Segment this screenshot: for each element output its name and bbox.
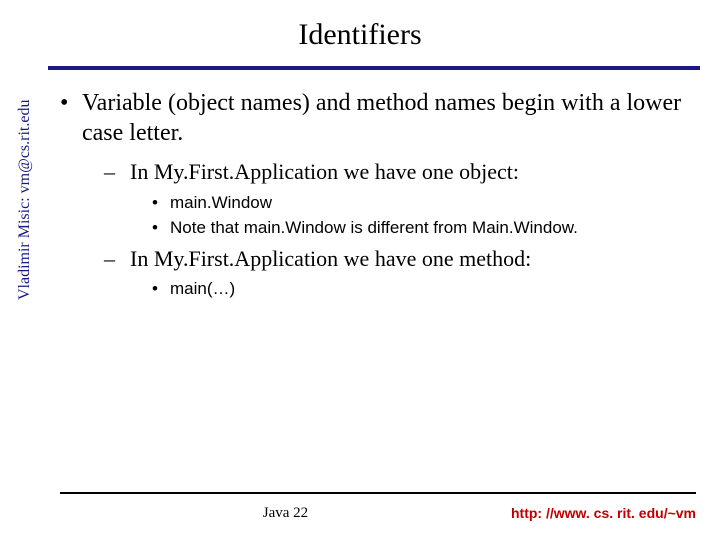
bullet-lvl3: main.Window <box>150 192 690 214</box>
bullet-lvl2: In My.First.Application we have one meth… <box>100 245 690 301</box>
bullet-text: In My.First.Application we have one obje… <box>130 159 519 184</box>
footer: Java 22 http: //www. cs. rit. edu/~vm <box>60 505 696 522</box>
bullet-lvl2: In My.First.Application we have one obje… <box>100 158 690 239</box>
footer-center: Java 22 <box>60 505 511 522</box>
bullet-text: Variable (object names) and method names… <box>82 90 681 146</box>
footer-divider <box>60 492 696 494</box>
slide: Identifiers Variable (object names) and … <box>0 0 720 540</box>
bullet-lvl3: main(…) <box>150 278 690 300</box>
content-area: Variable (object names) and method names… <box>60 88 690 300</box>
bullet-lvl3: Note that main.Window is different from … <box>150 217 690 239</box>
slide-title: Identifiers <box>0 0 720 60</box>
bullet-lvl1: Variable (object names) and method names… <box>60 88 690 300</box>
title-divider <box>48 66 700 70</box>
footer-url: http: //www. cs. rit. edu/~vm <box>511 505 696 522</box>
author-sidebar: Vladimir Misic: vm@cs.rit.edu <box>16 100 34 300</box>
bullet-text: In My.First.Application we have one meth… <box>130 246 531 271</box>
